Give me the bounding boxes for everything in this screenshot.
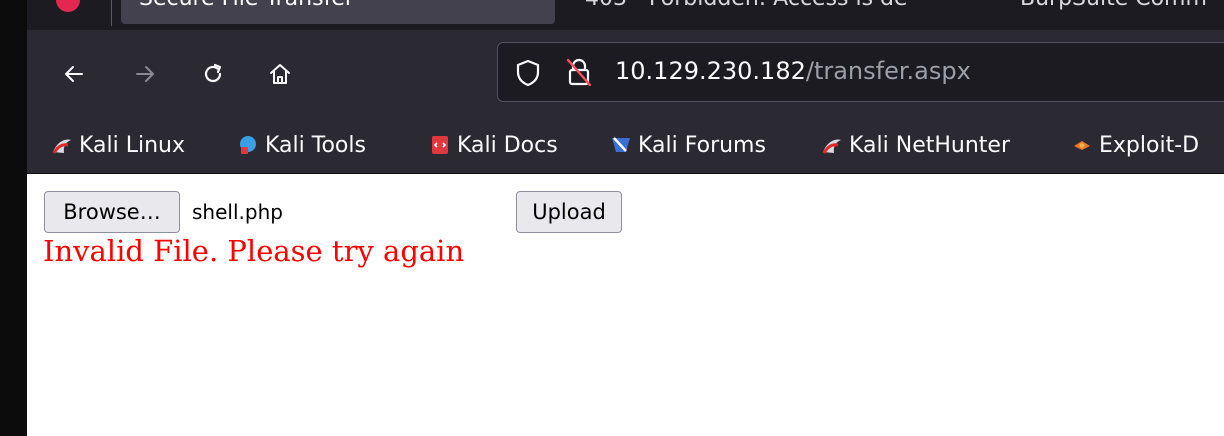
kali-forums-icon (612, 137, 630, 152)
kali-docs-icon (432, 136, 448, 154)
home-icon (270, 64, 290, 84)
bookmark-exploit-db[interactable]: Exploit-D (1071, 130, 1199, 160)
url-host: 10.129.230.182 (615, 57, 806, 85)
tab-title: 403 - Forbidden: Access is de (585, 0, 908, 11)
page-content: Browse… shell.php Upload Invalid File. P… (27, 174, 1224, 436)
bookmark-label: Exploit-D (1099, 132, 1200, 158)
tab-title: BurpSuite Comm (1020, 0, 1207, 11)
shield-icon (516, 59, 540, 87)
error-message: Invalid File. Please try again (43, 234, 465, 268)
bookmark-label: Kali Tools (265, 132, 366, 158)
kali-dragon-icon (52, 139, 71, 154)
browser-logo-icon (56, 0, 80, 12)
tab-secure-file-transfer[interactable]: Secure File Transfer (121, 0, 555, 24)
bookmark-kali-linux[interactable]: Kali Linux (51, 130, 185, 160)
bookmark-kali-tools[interactable]: Kali Tools (237, 130, 366, 160)
kali-tools-icon (240, 136, 256, 154)
tab-title: Secure File Transfer (139, 0, 354, 11)
selected-file-name: shell.php (192, 200, 283, 224)
insecure-lock-icon (566, 58, 592, 87)
bookmark-label: Kali Docs (457, 132, 558, 158)
exploit-db-icon (1074, 141, 1090, 150)
kali-dragon-icon (822, 139, 841, 154)
navigation-toolbar: 10.129.230.182/transfer.aspx (27, 30, 1224, 118)
bookmarks-toolbar: Kali Linux Kali Tools Kali Docs Kali For… (27, 118, 1224, 174)
home-button[interactable] (262, 56, 298, 92)
arrow-left-icon (65, 66, 83, 82)
tab-burpsuite[interactable]: BurpSuite Comm (1020, 0, 1224, 24)
back-button[interactable] (56, 56, 92, 92)
url-path: /transfer.aspx (805, 57, 971, 85)
bookmark-label: Kali Forums (638, 132, 766, 158)
reload-icon (204, 63, 222, 83)
url-text: 10.129.230.182/transfer.aspx (615, 57, 971, 85)
tab-strip: Secure File Transfer 403 - Forbidden: Ac… (27, 0, 1224, 30)
bookmark-kali-docs[interactable]: Kali Docs (429, 130, 558, 160)
browse-button[interactable]: Browse… (44, 191, 180, 233)
tab-403-forbidden[interactable]: 403 - Forbidden: Access is de (585, 0, 975, 24)
upload-button[interactable]: Upload (516, 191, 622, 233)
reload-button[interactable] (195, 56, 231, 92)
bookmark-kali-nethunter[interactable]: Kali NetHunter (821, 130, 1010, 160)
arrow-right-icon (136, 66, 154, 82)
tab-divider (111, 0, 112, 26)
address-bar[interactable]: 10.129.230.182/transfer.aspx (497, 42, 1224, 102)
window-left-edge (0, 0, 27, 436)
forward-button[interactable] (127, 56, 163, 92)
bookmark-label: Kali NetHunter (849, 132, 1010, 158)
bookmark-kali-forums[interactable]: Kali Forums (610, 130, 766, 160)
bookmark-label: Kali Linux (79, 132, 186, 158)
